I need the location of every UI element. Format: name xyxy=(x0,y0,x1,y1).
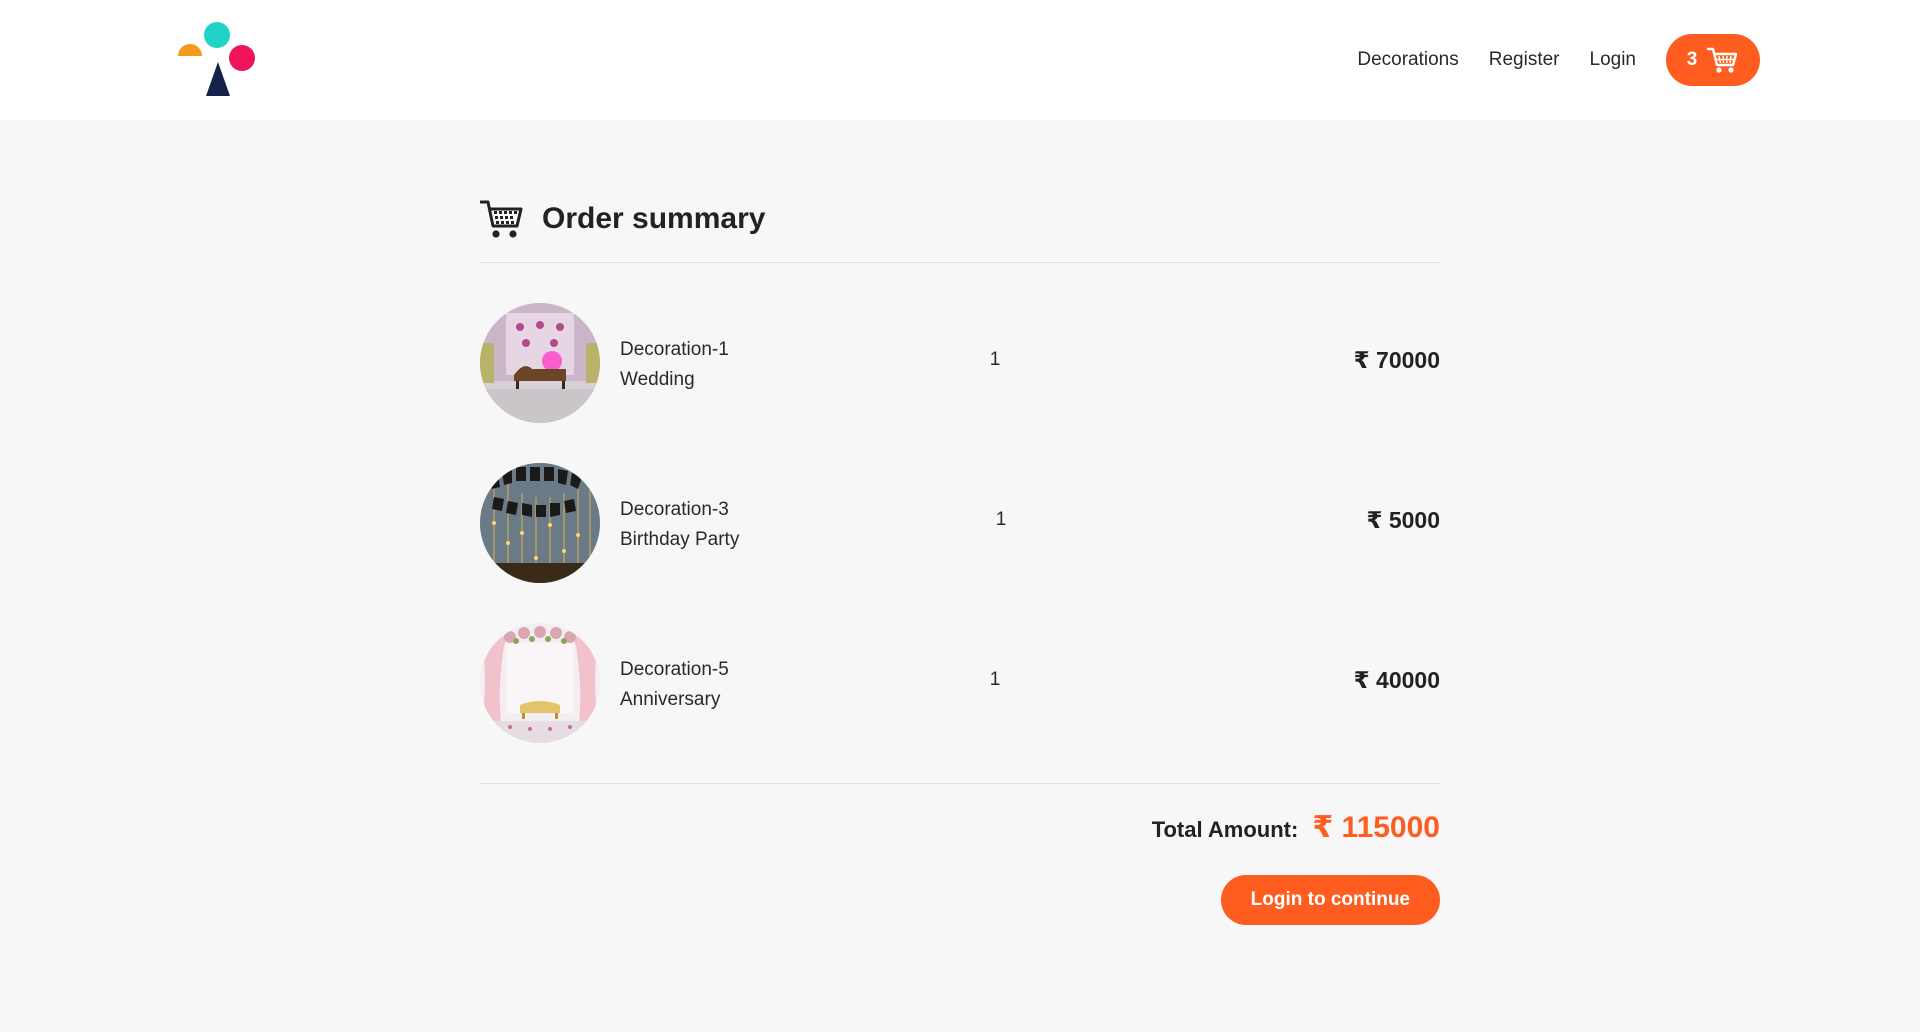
nav-link-register[interactable]: Register xyxy=(1489,49,1560,71)
cart-count: 3 xyxy=(1686,49,1698,70)
nav-link-login[interactable]: Login xyxy=(1590,49,1637,71)
decoration-thumbnail[interactable] xyxy=(480,623,600,743)
order-item: Decoration-5 Anniversary 1 ₹ 40000 xyxy=(480,623,1440,743)
item-price: ₹ 40000 xyxy=(1353,667,1440,693)
brand-logo[interactable] xyxy=(176,18,260,102)
item-quantity: 1 xyxy=(989,349,1001,370)
item-category: Wedding xyxy=(620,369,695,390)
order-summary-header: Order summary xyxy=(480,198,1440,263)
item-quantity: 1 xyxy=(989,669,1001,690)
site-header: Decorations Register Login 3 xyxy=(0,0,1920,120)
order-item: Decoration-3 Birthday Party 1 ₹ 5000 xyxy=(480,463,1440,583)
item-details: Decoration-3 Birthday Party xyxy=(620,495,739,555)
item-name: Decoration-5 xyxy=(620,659,729,680)
cart-button[interactable]: 3 xyxy=(1666,34,1760,86)
item-category: Anniversary xyxy=(620,689,721,710)
item-details: Decoration-5 Anniversary xyxy=(620,655,729,715)
item-category: Birthday Party xyxy=(620,529,740,550)
total-row: Total Amount: ₹ 115000 xyxy=(480,810,1440,845)
summary-divider xyxy=(480,783,1440,784)
item-details: Decoration-1 Wedding xyxy=(620,335,729,395)
total-label: Total Amount: xyxy=(1151,817,1299,842)
total-value: ₹ 115000 xyxy=(1312,811,1440,844)
item-quantity: 1 xyxy=(995,509,1007,530)
item-name: Decoration-3 xyxy=(620,499,729,520)
main-nav: Decorations Register Login 3 xyxy=(1327,34,1760,86)
shopping-cart-icon xyxy=(480,200,523,238)
logo-icon xyxy=(178,22,255,96)
login-to-continue-button[interactable]: Login to continue xyxy=(1220,875,1440,925)
order-items-list: Decoration-1 Wedding 1 ₹ 70000 Decoratio… xyxy=(480,303,1440,743)
decoration-thumbnail[interactable] xyxy=(480,303,600,423)
shopping-cart-icon xyxy=(1707,47,1738,73)
page-title: Order summary xyxy=(542,202,766,235)
wedding-decoration-image xyxy=(480,303,600,423)
nav-link-decorations[interactable]: Decorations xyxy=(1357,49,1458,71)
order-item: Decoration-1 Wedding 1 ₹ 70000 xyxy=(480,303,1440,423)
decoration-thumbnail[interactable] xyxy=(480,463,600,583)
birthday-decoration-image xyxy=(480,463,600,583)
order-summary-section: Order summary Decoration-1 Wedding 1 ₹ 7… xyxy=(480,198,1440,925)
anniversary-decoration-image xyxy=(480,623,600,743)
item-price: ₹ 70000 xyxy=(1353,347,1440,373)
action-row: Login to continue xyxy=(480,875,1440,925)
item-name: Decoration-1 xyxy=(620,339,729,360)
item-price: ₹ 5000 xyxy=(1366,507,1440,533)
